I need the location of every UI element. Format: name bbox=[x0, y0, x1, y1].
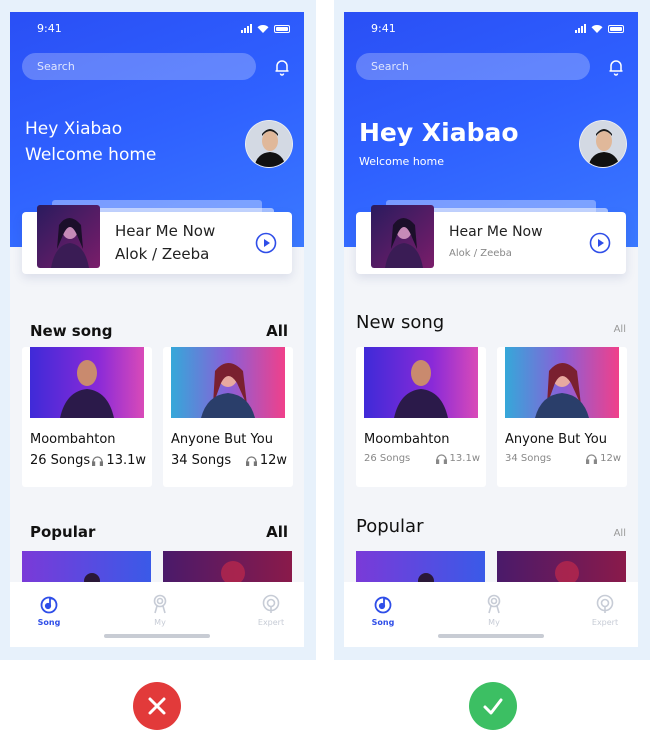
song-card[interactable]: Anyone But You 34 Songs 12w bbox=[163, 347, 293, 487]
section-title-new-song: New song bbox=[356, 312, 445, 333]
search-placeholder: Search bbox=[37, 60, 75, 73]
now-playing-title: Hear Me Now bbox=[449, 224, 543, 240]
tab-bar: Song My Expert bbox=[10, 582, 304, 647]
song-card-name: Anyone But You bbox=[505, 432, 607, 447]
signal-icon bbox=[241, 24, 252, 33]
check-icon bbox=[483, 698, 503, 715]
status-time: 9:41 bbox=[37, 22, 62, 35]
battery-icon bbox=[274, 24, 290, 33]
status-bar: 9:41 bbox=[344, 22, 638, 38]
now-playing-title: Hear Me Now bbox=[115, 222, 216, 240]
popular-all-link[interactable]: All bbox=[614, 528, 626, 539]
song-card-image bbox=[505, 347, 619, 418]
new-song-all-link[interactable]: All bbox=[266, 322, 288, 340]
battery-icon bbox=[608, 24, 624, 33]
song-card[interactable]: Anyone But You 34 Songs 12w bbox=[497, 347, 627, 487]
music-note-icon bbox=[40, 596, 58, 614]
song-card-image bbox=[364, 347, 478, 418]
search-placeholder: Search bbox=[371, 60, 409, 73]
song-card-name: Moombahton bbox=[364, 432, 450, 447]
song-card-count: 26 Songs bbox=[30, 453, 91, 468]
left-panel: 9:41 Search Hey Xiabao Welcome home Hear… bbox=[0, 0, 316, 660]
headphones-icon bbox=[245, 455, 257, 466]
section-title-new-song: New song bbox=[30, 322, 113, 340]
song-card-name: Anyone But You bbox=[171, 432, 273, 447]
avatar[interactable] bbox=[245, 120, 293, 168]
now-playing-card[interactable]: Hear Me Now Alok / Zeeba bbox=[22, 205, 292, 274]
section-title-popular: Popular bbox=[30, 523, 96, 541]
wifi-icon bbox=[257, 25, 269, 33]
song-card-name: Moombahton bbox=[30, 432, 116, 447]
greeting-title: Hey Xiabao bbox=[25, 119, 123, 139]
now-playing-cover bbox=[371, 205, 434, 268]
tab-bar: Song My Expert bbox=[344, 582, 638, 647]
signal-icon bbox=[575, 24, 586, 33]
podcast-icon bbox=[262, 594, 280, 613]
tab-my[interactable]: My bbox=[464, 594, 524, 627]
status-time: 9:41 bbox=[371, 22, 396, 35]
greeting-subtitle: Welcome home bbox=[25, 145, 157, 165]
tab-expert[interactable]: Expert bbox=[575, 594, 635, 627]
new-song-all-link[interactable]: All bbox=[614, 324, 626, 335]
greeting-title: Hey Xiabao bbox=[359, 118, 519, 147]
song-card-count: 26 Songs bbox=[364, 453, 411, 464]
tab-label: My bbox=[488, 618, 500, 627]
podcast-icon bbox=[596, 594, 614, 613]
song-card-count: 34 Songs bbox=[505, 453, 552, 464]
right-panel: 9:41 Search Hey Xiabao Welcome home Hear… bbox=[334, 0, 650, 660]
tab-label: Expert bbox=[257, 618, 285, 627]
tab-song[interactable]: Song bbox=[353, 594, 413, 627]
popular-all-link[interactable]: All bbox=[266, 523, 288, 541]
song-card-image bbox=[171, 347, 285, 418]
now-playing-card[interactable]: Hear Me Now Alok / Zeeba bbox=[356, 205, 626, 274]
correct-badge bbox=[469, 682, 517, 730]
tab-song[interactable]: Song bbox=[19, 594, 79, 627]
bell-icon[interactable] bbox=[607, 58, 625, 76]
cross-icon bbox=[148, 697, 166, 715]
song-card-plays: 13.1w bbox=[449, 453, 480, 464]
play-icon[interactable] bbox=[589, 232, 611, 254]
now-playing-cover bbox=[37, 205, 100, 268]
section-title-popular: Popular bbox=[356, 516, 424, 537]
status-bar: 9:41 bbox=[10, 22, 304, 38]
tab-label: Song bbox=[37, 618, 61, 627]
search-input[interactable]: Search bbox=[356, 53, 590, 80]
home-indicator bbox=[104, 634, 210, 638]
song-card-plays: 12w bbox=[600, 453, 621, 464]
wifi-icon bbox=[591, 25, 603, 33]
person-icon bbox=[487, 594, 501, 614]
wrong-badge bbox=[133, 682, 181, 730]
tab-expert[interactable]: Expert bbox=[241, 594, 301, 627]
home-indicator bbox=[438, 634, 544, 638]
now-playing-artist: Alok / Zeeba bbox=[115, 245, 210, 263]
song-card[interactable]: Moombahton 26 Songs 13.1w bbox=[356, 347, 486, 487]
avatar[interactable] bbox=[579, 120, 627, 168]
headphones-icon bbox=[435, 453, 447, 464]
person-icon bbox=[153, 594, 167, 614]
comparison-canvas: 9:41 Search Hey Xiabao Welcome home Hear… bbox=[0, 0, 650, 749]
song-card-count: 34 Songs bbox=[171, 453, 232, 468]
tab-label: Expert bbox=[591, 618, 619, 627]
song-card-plays: 13.1w bbox=[106, 453, 146, 468]
song-card[interactable]: Moombahton 26 Songs 13.1w bbox=[22, 347, 152, 487]
now-playing-artist: Alok / Zeeba bbox=[449, 248, 512, 259]
tab-label: My bbox=[154, 618, 166, 627]
play-icon[interactable] bbox=[255, 232, 277, 254]
song-card-plays: 12w bbox=[259, 453, 287, 468]
search-input[interactable]: Search bbox=[22, 53, 256, 80]
music-note-icon bbox=[374, 596, 392, 614]
headphones-icon bbox=[586, 453, 598, 464]
tab-label: Song bbox=[371, 618, 395, 627]
greeting-subtitle: Welcome home bbox=[359, 155, 444, 168]
bell-icon[interactable] bbox=[273, 58, 291, 76]
phone-screen: 9:41 Search Hey Xiabao Welcome home Hear… bbox=[10, 12, 304, 647]
phone-screen: 9:41 Search Hey Xiabao Welcome home Hear… bbox=[344, 12, 638, 647]
song-card-image bbox=[30, 347, 144, 418]
tab-my[interactable]: My bbox=[130, 594, 190, 627]
headphones-icon bbox=[92, 455, 104, 466]
